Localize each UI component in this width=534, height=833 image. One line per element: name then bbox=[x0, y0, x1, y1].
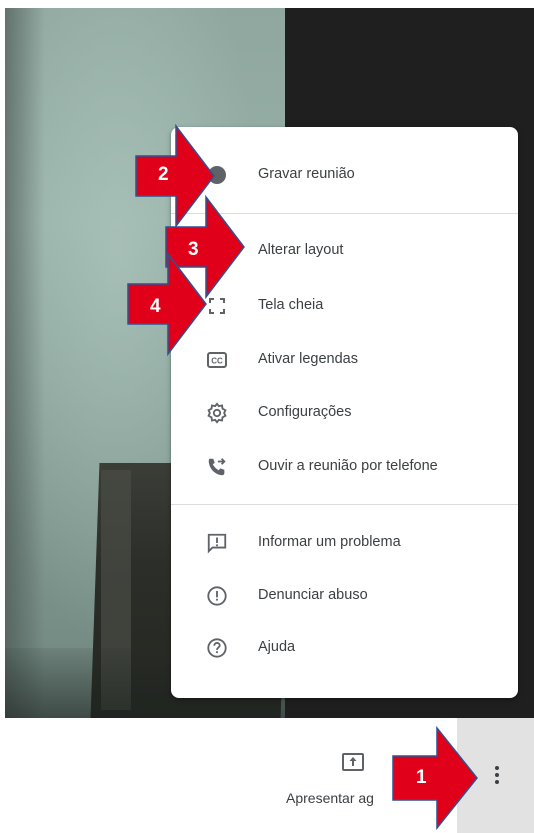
menu-item-label: Gravar reunião bbox=[258, 166, 355, 182]
menu-item-phone-audio[interactable]: Ouvir a reunião por telefone bbox=[171, 443, 518, 491]
menu-item-record-meeting[interactable]: Gravar reunião bbox=[171, 151, 518, 199]
menu-divider bbox=[171, 504, 518, 505]
menu-item-label: Alterar layout bbox=[258, 242, 344, 258]
menu-item-label: Tela cheia bbox=[258, 297, 324, 313]
closed-captions-icon: CC bbox=[205, 348, 229, 372]
callout-arrow-4: 4 bbox=[127, 251, 208, 359]
menu-item-label: Ajuda bbox=[258, 639, 296, 655]
menu-item-settings[interactable]: Configurações bbox=[171, 389, 518, 437]
present-now-label: Apresentar ag bbox=[286, 790, 374, 806]
menu-item-label: Configurações bbox=[258, 404, 352, 420]
phone-forward-icon bbox=[205, 455, 229, 479]
menu-item-label: Ouvir a reunião por telefone bbox=[258, 458, 438, 474]
menu-item-help[interactable]: Ajuda bbox=[171, 624, 518, 672]
callout-number: 2 bbox=[158, 164, 169, 185]
menu-item-label: Ativar legendas bbox=[258, 351, 358, 367]
video-shadow bbox=[5, 8, 45, 718]
menu-item-report-abuse[interactable]: Denunciar abuso bbox=[171, 572, 518, 620]
menu-item-report-problem[interactable]: Informar um problema bbox=[171, 519, 518, 567]
feedback-icon bbox=[205, 531, 229, 555]
menu-item-label: Denunciar abuso bbox=[258, 587, 368, 603]
svg-text:CC: CC bbox=[211, 357, 223, 366]
report-icon bbox=[205, 584, 229, 608]
callout-arrow-1: 1 bbox=[392, 725, 479, 833]
callout-number: 4 bbox=[150, 296, 161, 317]
more-vert-icon bbox=[495, 766, 499, 787]
menu-item-captions[interactable]: CC Ativar legendas bbox=[171, 336, 518, 384]
menu-item-label: Informar um problema bbox=[258, 534, 401, 550]
present-screen-icon bbox=[342, 753, 364, 771]
help-icon bbox=[205, 636, 229, 660]
gear-icon bbox=[205, 401, 229, 425]
callout-number: 1 bbox=[416, 767, 427, 788]
